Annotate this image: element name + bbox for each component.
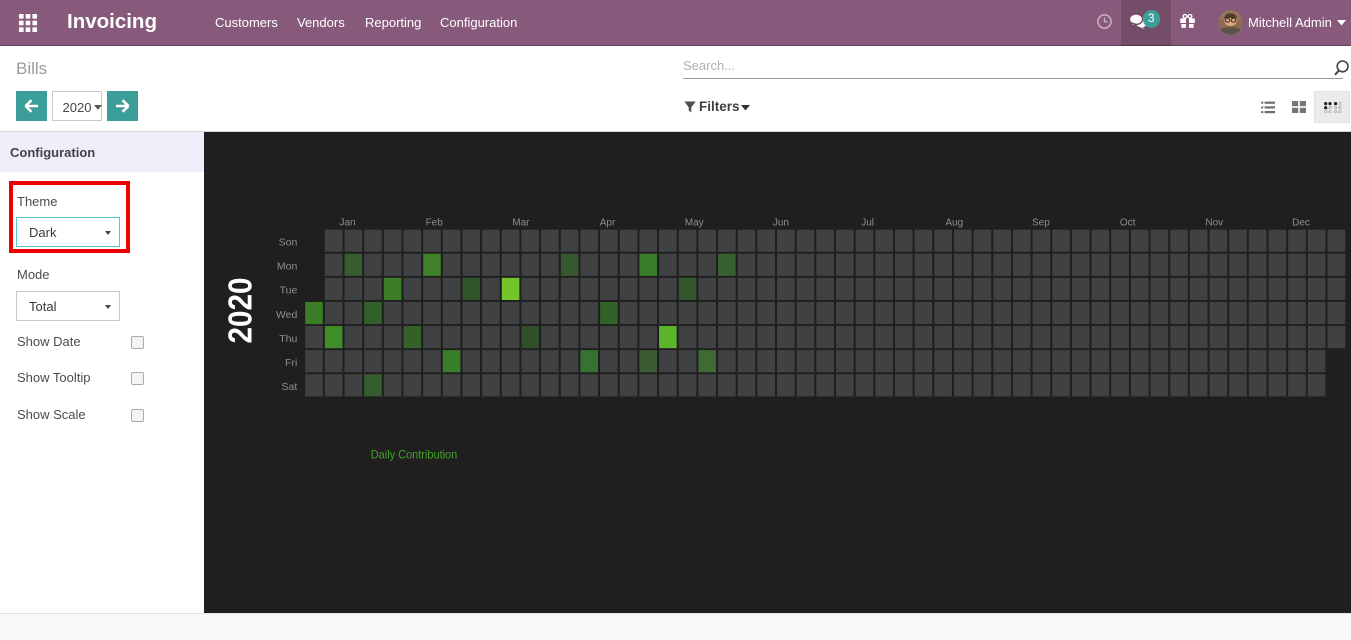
svg-text:Dec: Dec	[1292, 218, 1310, 229]
svg-text:Fri: Fri	[285, 357, 297, 369]
svg-text:May: May	[685, 218, 704, 229]
svg-text:Tue: Tue	[280, 285, 298, 297]
svg-text:Daily Contribution: Daily Contribution	[371, 448, 458, 462]
svg-text:Aug: Aug	[945, 218, 963, 229]
svg-text:Jan: Jan	[339, 218, 355, 229]
svg-text:Thu: Thu	[279, 333, 297, 345]
svg-text:Nov: Nov	[1205, 218, 1223, 229]
svg-text:Jun: Jun	[773, 218, 789, 229]
svg-text:Jul: Jul	[861, 218, 874, 229]
svg-text:Mar: Mar	[512, 218, 530, 229]
svg-text:Sat: Sat	[282, 381, 298, 393]
svg-text:Sep: Sep	[1032, 218, 1050, 229]
svg-text:Wed: Wed	[276, 309, 298, 321]
svg-text:Son: Son	[279, 237, 298, 249]
svg-text:2020: 2020	[223, 278, 260, 344]
svg-text:Apr: Apr	[600, 218, 616, 229]
svg-text:Oct: Oct	[1120, 218, 1136, 229]
svg-text:Mon: Mon	[277, 261, 298, 273]
svg-text:Feb: Feb	[426, 218, 444, 229]
